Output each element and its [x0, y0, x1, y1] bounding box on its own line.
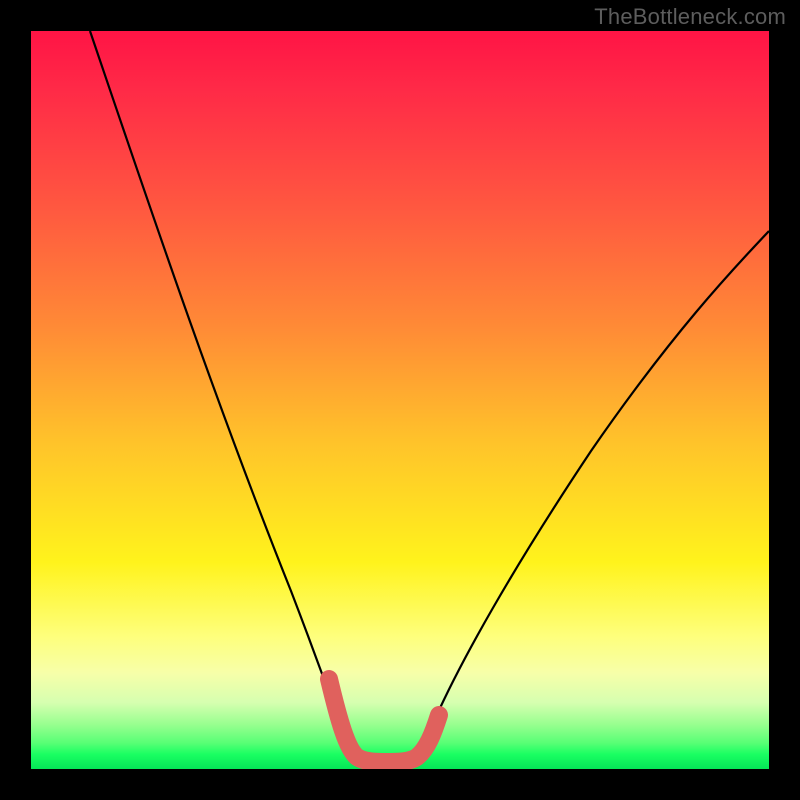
bottleneck-curve-svg	[31, 31, 769, 769]
sweet-spot-band-path	[329, 679, 439, 762]
watermark-text: TheBottleneck.com	[594, 4, 786, 30]
plot-area	[31, 31, 769, 769]
bottleneck-curve-path	[90, 31, 769, 759]
chart-frame: TheBottleneck.com	[0, 0, 800, 800]
